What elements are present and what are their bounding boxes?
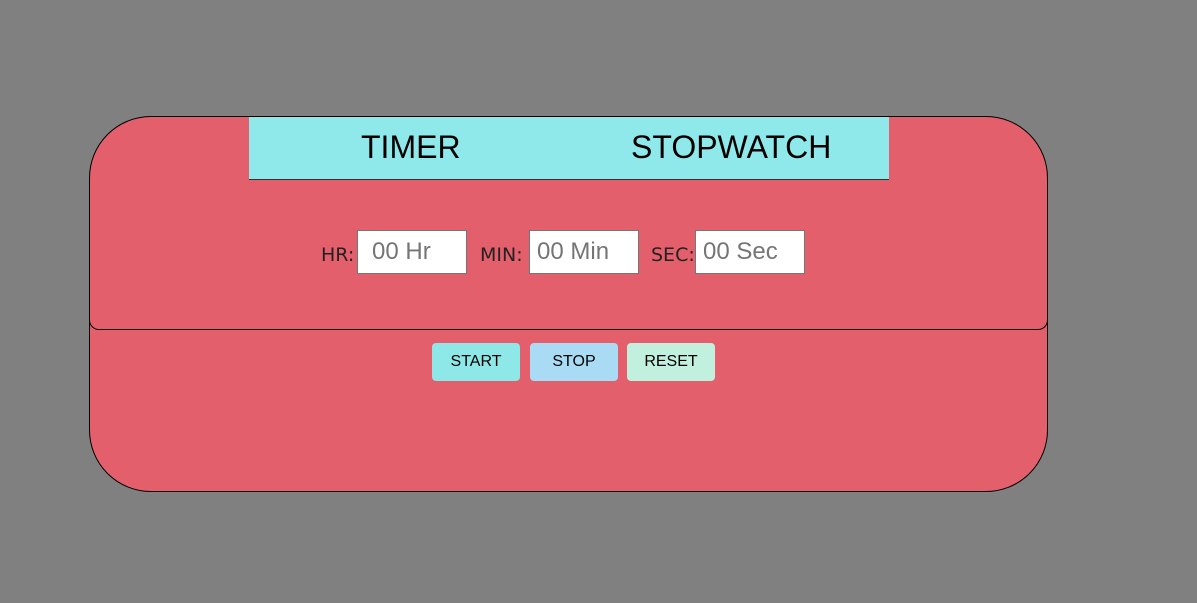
section-divider <box>89 318 1048 330</box>
mode-tab-bar: TIMER STOPWATCH <box>249 117 889 180</box>
reset-button[interactable]: RESET <box>627 343 715 381</box>
start-button[interactable]: START <box>432 343 520 381</box>
seconds-label: SEC: <box>651 244 695 266</box>
minutes-input[interactable] <box>529 230 639 274</box>
tab-stopwatch[interactable]: STOPWATCH <box>631 117 831 179</box>
hours-input[interactable] <box>357 230 467 274</box>
seconds-input[interactable] <box>695 230 805 274</box>
hours-label: HR: <box>321 244 355 266</box>
tab-timer[interactable]: TIMER <box>361 117 461 179</box>
minutes-label: MIN: <box>480 244 523 266</box>
stop-button[interactable]: STOP <box>530 343 618 381</box>
